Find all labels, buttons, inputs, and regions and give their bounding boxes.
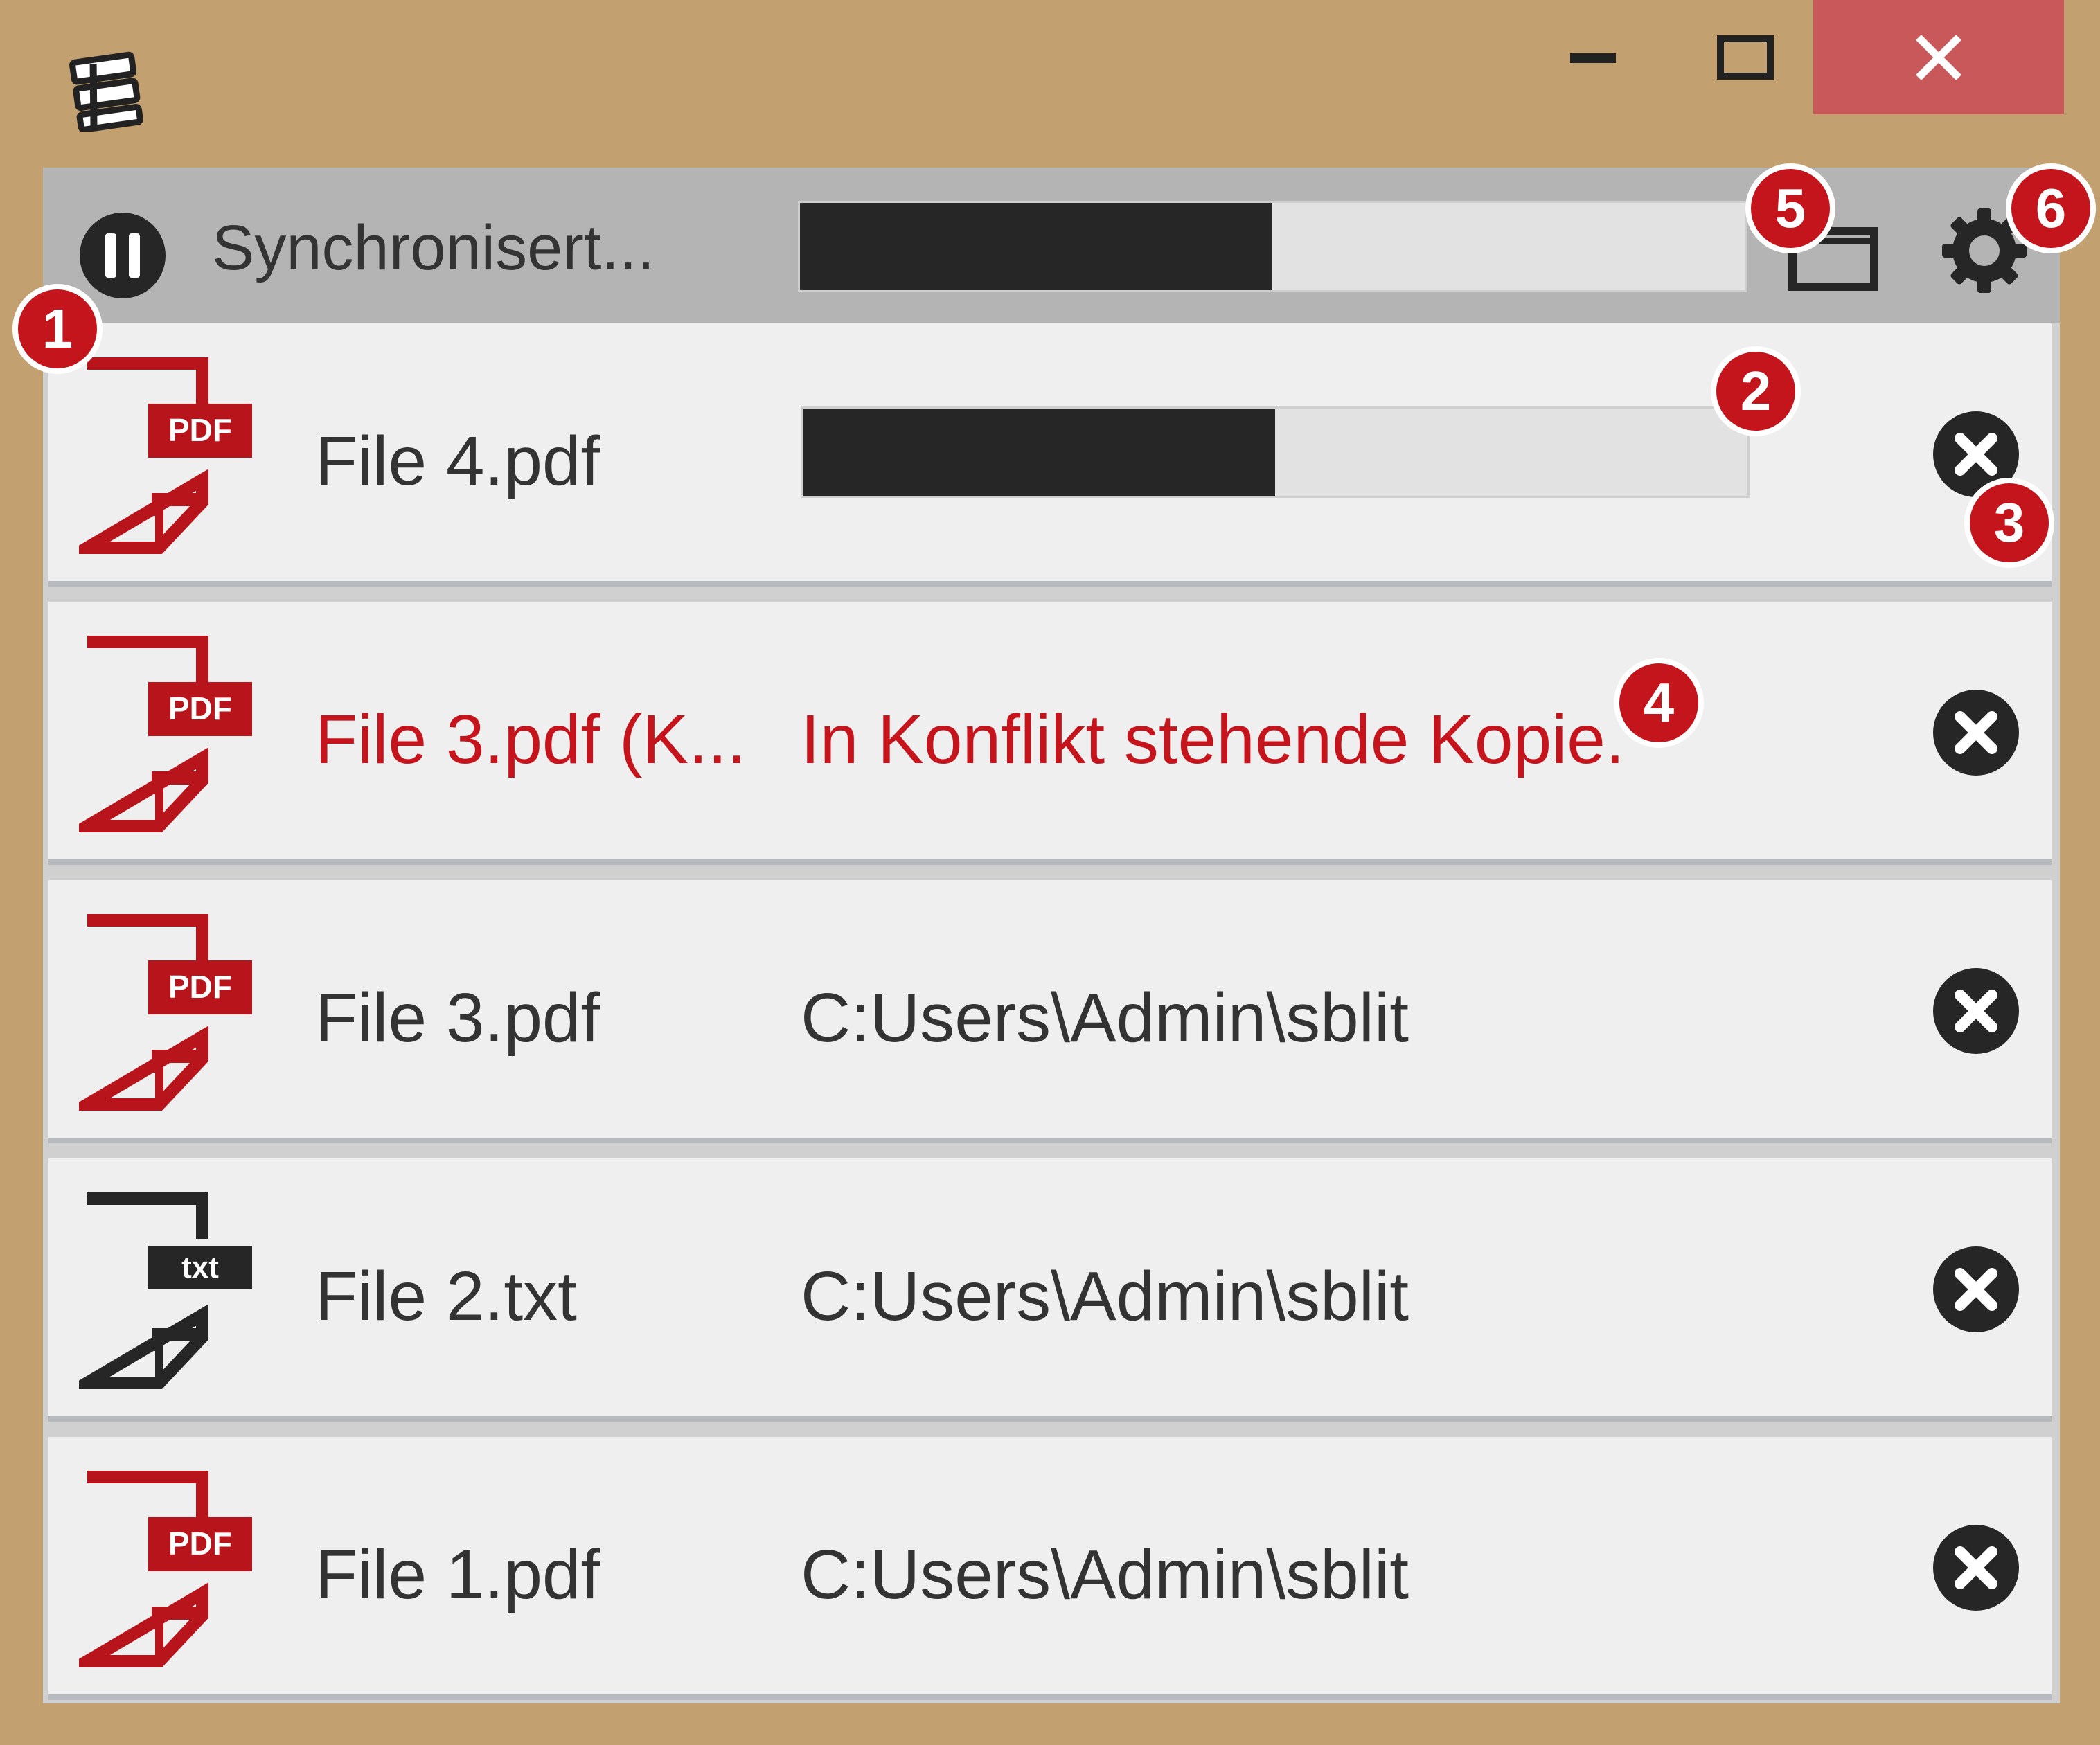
file-path: C:Users\Admin\sblit: [801, 1258, 1409, 1335]
minimize-icon: [1570, 53, 1616, 63]
file-path: C:Users\Admin\sblit: [801, 979, 1409, 1057]
pdf-file-icon: PDF: [79, 636, 252, 832]
file-path: C:Users\Admin\sblit: [801, 1536, 1409, 1613]
svg-text:txt: txt: [181, 1251, 219, 1285]
file-name: File 3.pdf (K...: [315, 701, 747, 778]
file-row[interactable]: PDF File 1.pdf C:Users\Admin\sblit: [48, 1437, 2052, 1700]
minimize-button[interactable]: [1538, 0, 1648, 114]
pdf-file-icon: PDF: [79, 914, 252, 1111]
remove-file-button[interactable]: [1931, 688, 2021, 778]
callout-marker: 6: [2006, 163, 2096, 253]
remove-file-button[interactable]: [1931, 1523, 2021, 1613]
file-name: File 2.txt: [315, 1258, 577, 1335]
conflict-message: In Konflikt stehende Kopie.: [801, 701, 1625, 778]
pause-button[interactable]: [78, 211, 168, 301]
progress-fill: [803, 409, 1275, 496]
callout-marker: 1: [12, 284, 103, 374]
maximize-icon: [1717, 35, 1774, 80]
sync-status-text: Synchronisert...: [212, 213, 655, 283]
svg-text:PDF: PDF: [168, 412, 232, 448]
progress-fill: [800, 203, 1272, 290]
maximize-button[interactable]: [1690, 0, 1801, 114]
close-icon: [1916, 34, 1961, 80]
callout-marker: 5: [1745, 163, 1835, 253]
callout-marker: 4: [1614, 658, 1704, 748]
svg-text:PDF: PDF: [168, 690, 232, 726]
txt-file-icon: txt: [79, 1192, 252, 1389]
file-row[interactable]: PDF File 3.pdf C:Users\Admin\sblit: [48, 880, 2052, 1143]
remove-file-button[interactable]: [1931, 966, 2021, 1056]
file-progress-bar: [801, 406, 1750, 498]
callout-marker: 2: [1711, 346, 1801, 436]
file-name: File 1.pdf: [315, 1536, 600, 1613]
file-row-conflict[interactable]: PDF File 3.pdf (K... In Konflikt stehend…: [48, 602, 2052, 865]
pdf-file-icon: PDF: [79, 1471, 252, 1667]
file-name: File 3.pdf: [315, 979, 600, 1057]
app-window: Synchronisert... PDF File 4.pdf PDF File…: [0, 0, 2100, 1745]
file-name: File 4.pdf: [315, 422, 600, 500]
svg-text:PDF: PDF: [168, 969, 232, 1005]
file-row[interactable]: txt File 2.txt C:Users\Admin\sblit: [48, 1158, 2052, 1422]
callout-marker: 3: [1964, 478, 2054, 568]
close-button[interactable]: [1813, 0, 2064, 114]
app-logo: [69, 51, 143, 132]
pdf-file-icon: PDF: [79, 357, 252, 554]
remove-file-button[interactable]: [1931, 1244, 2021, 1334]
svg-text:PDF: PDF: [168, 1525, 232, 1561]
overall-progress-bar: [798, 201, 1747, 292]
